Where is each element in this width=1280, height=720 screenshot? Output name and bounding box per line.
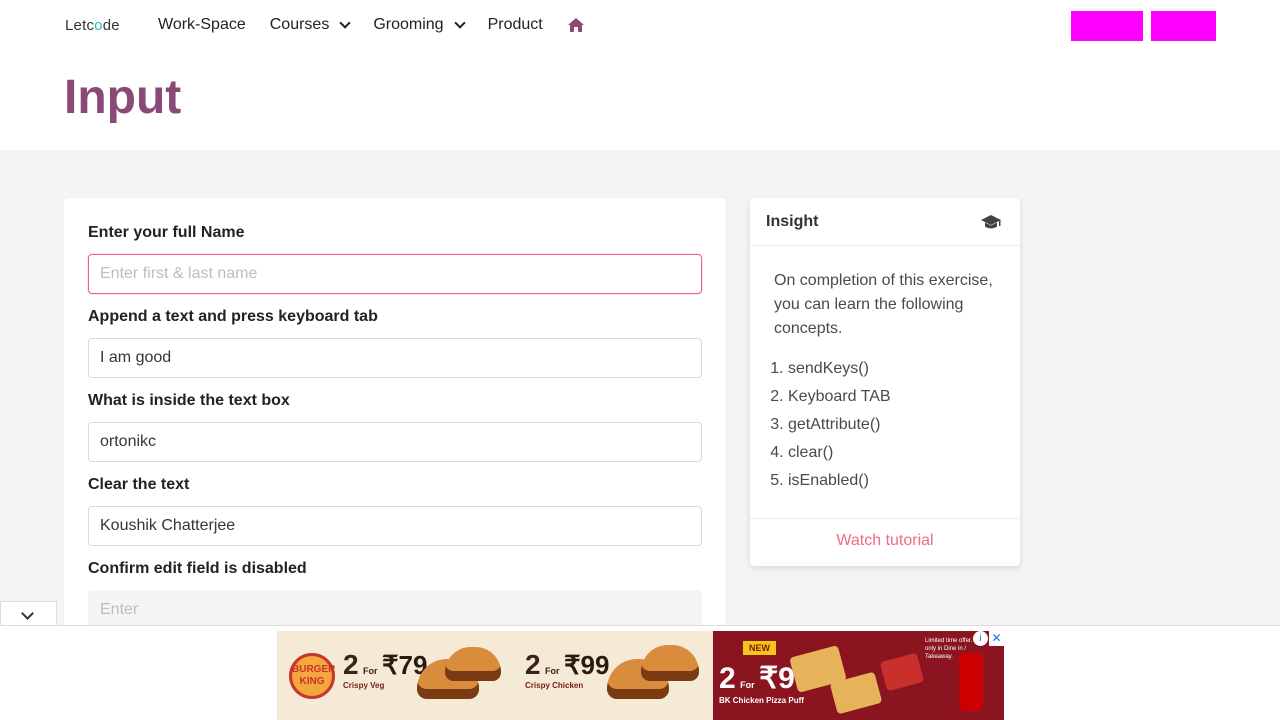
nav-grooming-label: Grooming (373, 16, 444, 33)
new-tag: NEW (743, 641, 776, 655)
ad-offer-1: 2 For ₹79 Crispy Veg (343, 649, 427, 690)
disabled-field-label: Confirm edit field is disabled (88, 560, 307, 577)
watch-tutorial-link[interactable]: Watch tutorial (836, 532, 933, 550)
nav-action-button-1[interactable] (1071, 11, 1143, 41)
disabled-input (88, 590, 702, 630)
letcode-logo[interactable]: Letcode (65, 17, 120, 34)
insight-card: Insight On completion of this exercise, … (750, 198, 1020, 566)
offer-name: Crispy Chicken (525, 681, 584, 690)
ad-info-icon[interactable]: i (973, 631, 988, 646)
append-text-input[interactable] (88, 338, 702, 378)
offer-price: ₹99 (563, 650, 610, 680)
offer-name: Crispy Veg (343, 681, 385, 690)
ad-right-panel: NEW 2 For ₹99 BK Chicken Pizza Puff Limit… (713, 631, 1004, 720)
insight-title: Insight (766, 213, 819, 230)
concept-item: getAttribute() (788, 414, 891, 442)
insight-footer: Watch tutorial (750, 518, 1020, 566)
home-icon[interactable] (567, 17, 585, 33)
inside-text-label: What is inside the text box (88, 392, 290, 409)
nav-workspace-label: Work-Space (158, 16, 246, 33)
ad-collapse-button[interactable] (0, 601, 57, 626)
insight-header: Insight (750, 198, 1020, 246)
logo-text-accent: o (94, 17, 103, 34)
offer-for: For (740, 680, 755, 690)
concept-item: sendKeys() (788, 358, 891, 386)
concept-item: isEnabled() (788, 470, 891, 498)
ad-left-panel: BURGER KING 2 For ₹79 Crispy Veg 2 For ₹9… (277, 631, 713, 720)
ad-offer-2: 2 For ₹99 Crispy Chicken (525, 649, 609, 690)
clear-text-input[interactable] (88, 506, 702, 546)
nav-courses-label: Courses (269, 16, 330, 33)
offer-count: 2 (525, 649, 541, 680)
ad-close-icon[interactable]: ✕ (989, 631, 1004, 646)
chevron-down-icon (453, 17, 466, 29)
nav-product-label: Product (487, 16, 543, 33)
pizza-puff-box (879, 652, 925, 692)
burger-image (641, 645, 699, 681)
offer-count: 2 (719, 662, 736, 695)
offer-count: 2 (343, 649, 359, 680)
offer-for: For (363, 666, 378, 676)
full-name-input[interactable] (88, 254, 702, 294)
graduation-cap-icon (981, 215, 1001, 229)
clear-text-label: Clear the text (88, 476, 190, 493)
ad-banner-bar: BURGER KING 2 For ₹79 Crispy Veg 2 For ₹9… (0, 625, 1280, 720)
top-navbar: Letcode Work-Space Courses Grooming Prod… (0, 0, 1280, 150)
chevron-down-icon (21, 607, 34, 620)
page-title: Input (64, 71, 182, 124)
chevron-down-icon (339, 17, 351, 29)
nav-action-button-2[interactable] (1151, 11, 1216, 41)
offer-name: BK Chicken Pizza Puff (719, 696, 804, 705)
main-nav: Work-Space Courses Grooming Product (158, 16, 585, 34)
nav-grooming[interactable]: Grooming (373, 16, 466, 34)
input-form-card: Enter your full Name Append a text and p… (64, 198, 726, 638)
full-name-label: Enter your full Name (88, 224, 245, 241)
burger-king-logo: BURGER KING (289, 653, 335, 699)
concept-item: Keyboard TAB (788, 386, 891, 414)
inside-text-input[interactable] (88, 422, 702, 462)
offer-for: For (545, 666, 560, 676)
append-text-label: Append a text and press keyboard tab (88, 308, 378, 325)
nav-courses[interactable]: Courses (269, 16, 351, 34)
logo-text-end: de (102, 17, 120, 34)
logo-text-start: Letc (65, 17, 95, 34)
concepts-list: sendKeys() Keyboard TAB getAttribute() c… (788, 358, 891, 498)
nav-product[interactable]: Product (488, 16, 543, 34)
burger-image (445, 647, 501, 681)
nav-workspace[interactable]: Work-Space (158, 16, 246, 34)
ad-banner[interactable]: BURGER KING 2 For ₹79 Crispy Veg 2 For ₹9… (277, 631, 1004, 720)
cola-cup-image (959, 653, 983, 711)
concept-item: clear() (788, 442, 891, 470)
insight-description: On completion of this exercise, you can … (774, 272, 993, 337)
